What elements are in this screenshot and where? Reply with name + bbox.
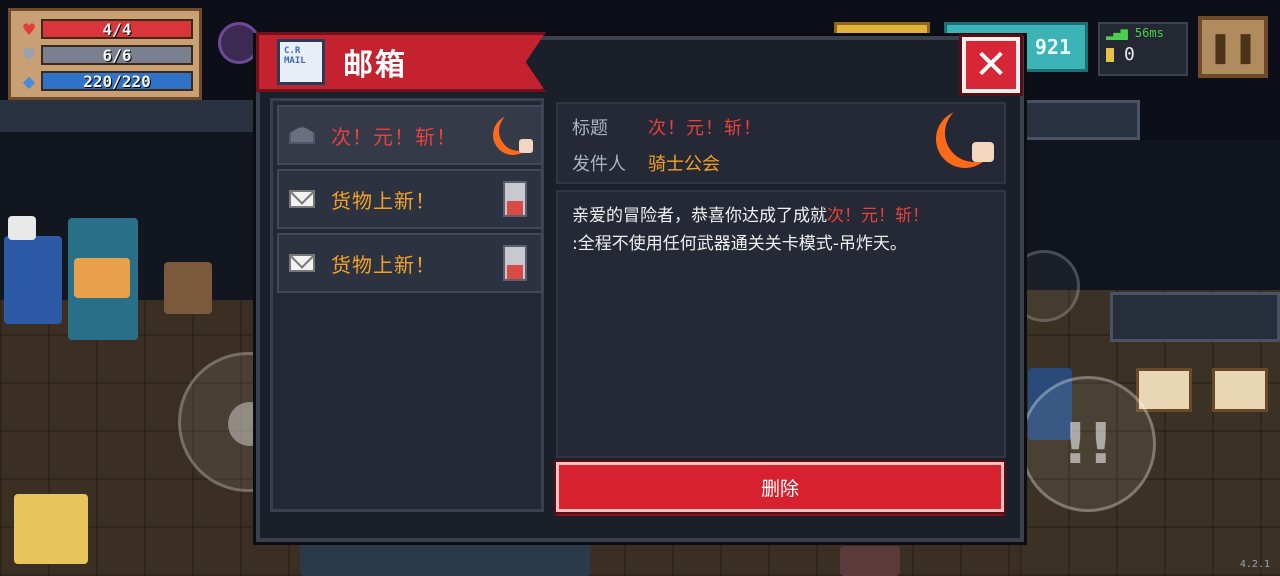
subject-label: 标题 [572, 118, 608, 139]
mailbox-header: C.R MAIL 邮箱 [256, 32, 546, 92]
gem-count: 921 [1034, 35, 1071, 59]
interact-icon: !! [1062, 411, 1114, 477]
shop-box-icon [503, 245, 527, 281]
close-button[interactable]: ✕ [962, 37, 1020, 93]
mail-icon: C.R MAIL [277, 39, 325, 85]
mail-icon-text: C.R MAIL [284, 46, 306, 66]
shield-icon: ⛊ [22, 45, 35, 64]
sender-row: 发件人 骑士公会 [572, 150, 720, 176]
npc-sprite [840, 546, 900, 576]
shop-box-icon [503, 181, 527, 217]
version-label: 4.2.1 [1239, 559, 1270, 570]
subject-row: 标题 次！元！斩！ [572, 114, 762, 140]
knight-statue [4, 236, 62, 324]
pause-button[interactable]: ❚❚ [1198, 16, 1268, 78]
pause-icon: ❚❚ [1207, 29, 1259, 65]
envelope-icon [287, 254, 317, 272]
right-counter [1110, 292, 1280, 342]
hand-icon [972, 142, 994, 162]
open-envelope-icon [287, 126, 317, 144]
heart-icon: ♥ [21, 19, 37, 39]
coin-counter: 0 [1106, 44, 1180, 65]
mail-body: 亲爱的冒险者，恭喜你达成了成就次！元！斩！ :全程不使用任何武器通关关卡模式-吊… [556, 190, 1006, 458]
network-status: ▂▄▆ 56ms 0 [1098, 22, 1188, 76]
dialog-title: 邮箱 [343, 48, 407, 83]
energy-row: ◆ 220/220 [17, 68, 193, 94]
armor-bar: 6/6 [41, 45, 193, 65]
energy-icon: ◆ [22, 71, 36, 91]
wall-top [0, 100, 270, 136]
shop-counter [300, 540, 590, 576]
delete-button[interactable]: 删除 [556, 462, 1004, 512]
right-wall [1020, 100, 1140, 140]
coin-icon [1106, 48, 1114, 62]
crescent-moon-icon [493, 115, 533, 155]
gacha-balls [74, 258, 130, 298]
mail-item[interactable]: 货物上新！ [277, 169, 543, 229]
mail-item[interactable]: 次！元！斩！ [277, 105, 543, 165]
energy-bar: 220/220 [41, 71, 193, 91]
body-text: 亲爱的冒险者，恭喜你达成了成就 [572, 206, 827, 226]
armor-row: ⛊ 6/6 [17, 42, 193, 68]
mail-list: 次！元！斩！ 货物上新！ 货物上新！ [270, 98, 544, 512]
mail-item[interactable]: 货物上新！ [277, 233, 543, 293]
character-sprite [14, 494, 88, 564]
sender-value: 骑士公会 [648, 154, 720, 175]
envelope-icon [287, 190, 317, 208]
exclamation-bubble [8, 216, 36, 240]
health-bar: 4/4 [41, 19, 193, 39]
subject-value: 次！元！斩！ [648, 118, 762, 139]
coin-count: 0 [1124, 44, 1135, 65]
boss-icon [218, 22, 260, 64]
body-highlight: 次！元！斩！ [827, 206, 929, 226]
player-stats-panel: ♥ 4/4 ⛊ 6/6 ◆ 220/220 [8, 8, 202, 100]
mail-item-title: 货物上新！ [331, 252, 436, 277]
attack-button[interactable]: !! [1020, 376, 1156, 512]
mail-item-title: 次！元！斩！ [331, 124, 457, 149]
signal-icon: ▂▄▆ [1106, 26, 1135, 40]
health-row: ♥ 4/4 [17, 16, 193, 42]
ping-label: ▂▄▆ 56ms [1106, 26, 1180, 40]
wooden-crate [164, 262, 212, 314]
mail-item-title: 货物上新！ [331, 188, 436, 213]
notice-board [1212, 368, 1268, 412]
close-icon: ✕ [974, 42, 1008, 88]
delete-label: 删除 [760, 477, 799, 500]
ping-value: 56ms [1134, 26, 1164, 40]
body-text: :全程不使用任何武器通关关卡模式-吊炸天。 [572, 234, 907, 254]
sender-label: 发件人 [572, 154, 626, 175]
